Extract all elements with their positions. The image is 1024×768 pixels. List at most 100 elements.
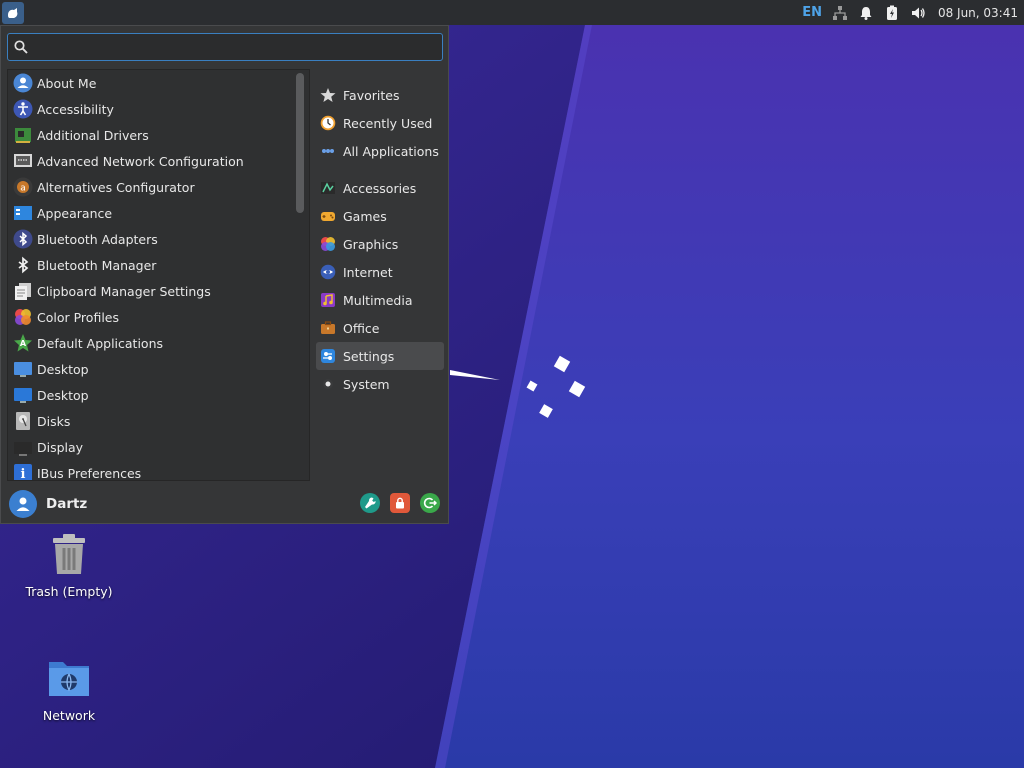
username: Dartz: [46, 496, 88, 512]
app-label: Default Applications: [37, 335, 164, 351]
category-separator: [316, 165, 444, 174]
logout-icon: [423, 497, 437, 509]
whisker-menu: About Me Accessibility Additional Driver…: [0, 25, 449, 524]
lock-screen-button[interactable]: [390, 493, 410, 513]
list-item[interactable]: Display: [8, 434, 309, 460]
app-label: Desktop: [37, 361, 89, 377]
desktop-icon-label: Network: [42, 708, 96, 723]
clipboard-icon: [12, 280, 34, 302]
category-label: System: [343, 376, 390, 392]
network-icon[interactable]: [832, 5, 848, 21]
category-label: Graphics: [343, 236, 399, 252]
settings-manager-button[interactable]: [360, 493, 380, 513]
system-icon: [319, 375, 337, 393]
search-input[interactable]: [32, 35, 442, 59]
category-label: Games: [343, 208, 387, 224]
volume-icon[interactable]: [910, 5, 926, 21]
category-system[interactable]: System: [316, 370, 444, 398]
scrollbar-thumb[interactable]: [296, 73, 304, 213]
app-label: IBus Preferences: [37, 465, 142, 481]
list-item[interactable]: Color Profiles: [8, 304, 309, 330]
list-item[interactable]: Bluetooth Manager: [8, 252, 309, 278]
list-item[interactable]: Bluetooth Adapters: [8, 226, 309, 252]
keyboard-layout-indicator[interactable]: EN: [802, 5, 822, 20]
list-item[interactable]: a Alternatives Configurator: [8, 174, 309, 200]
globe-icon: [319, 263, 337, 281]
category-graphics[interactable]: Graphics: [316, 230, 444, 258]
desktop-icon-label: Trash (Empty): [25, 584, 113, 599]
color-icon: [12, 306, 34, 328]
category-settings[interactable]: Settings: [316, 342, 444, 370]
category-office[interactable]: Office: [316, 314, 444, 342]
whisker-menu-button[interactable]: [2, 1, 24, 24]
star-icon: [319, 86, 337, 104]
logout-button[interactable]: [420, 493, 440, 513]
app-label: Color Profiles: [37, 309, 119, 325]
desktop-icon-trash[interactable]: Trash (Empty): [14, 530, 124, 599]
category-label: All Applications: [343, 143, 439, 159]
category-accessories[interactable]: Accessories: [316, 174, 444, 202]
list-item[interactable]: Clipboard Manager Settings: [8, 278, 309, 304]
desktop-icon-network[interactable]: Network: [14, 654, 124, 723]
app-label: Disks: [37, 413, 71, 429]
grid-icon: [319, 142, 337, 160]
svg-text:A: A: [20, 339, 27, 348]
list-item[interactable]: Appearance: [8, 200, 309, 226]
category-internet[interactable]: Internet: [316, 258, 444, 286]
app-label: Alternatives Configurator: [37, 179, 195, 195]
category-games[interactable]: Games: [316, 202, 444, 230]
list-scrollbar[interactable]: [295, 70, 307, 480]
accessibility-icon: [12, 98, 34, 120]
list-item[interactable]: i IBus Preferences: [8, 460, 309, 481]
disks-icon: [12, 410, 34, 432]
network-folder-icon: [45, 654, 93, 702]
desktop-icon: [12, 358, 34, 380]
category-label: Accessories: [343, 180, 417, 196]
avatar[interactable]: [9, 490, 37, 518]
category-label: Internet: [343, 264, 393, 280]
app-label: Clipboard Manager Settings: [37, 283, 211, 299]
category-multimedia[interactable]: Multimedia: [316, 286, 444, 314]
application-list[interactable]: About Me Accessibility Additional Driver…: [7, 69, 310, 481]
list-item[interactable]: Advanced Network Configuration: [8, 148, 309, 174]
list-item[interactable]: Disks: [8, 408, 309, 434]
bluetooth-icon: [12, 254, 34, 276]
clock-icon: [319, 114, 337, 132]
app-label: Appearance: [37, 205, 113, 221]
xfce-mouse-icon: [8, 7, 18, 18]
network-config-icon: [12, 150, 34, 172]
app-label: Bluetooth Adapters: [37, 231, 158, 247]
menu-footer: Dartz: [1, 485, 448, 523]
list-item[interactable]: A Default Applications: [8, 330, 309, 356]
list-item[interactable]: Desktop: [8, 382, 309, 408]
app-label: Accessibility: [37, 101, 114, 117]
list-item[interactable]: Additional Drivers: [8, 122, 309, 148]
app-label: Display: [37, 439, 84, 455]
user-icon: [12, 72, 34, 94]
category-all-applications[interactable]: All Applications: [316, 137, 444, 165]
clock[interactable]: 08 Jun, 03:41: [938, 6, 1018, 20]
category-recently-used[interactable]: Recently Used: [316, 109, 444, 137]
list-item[interactable]: Desktop: [8, 356, 309, 382]
gamepad-icon: [319, 207, 337, 225]
trash-icon: [45, 530, 93, 578]
list-item[interactable]: Accessibility: [8, 96, 309, 122]
lock-icon: [396, 497, 404, 509]
svg-text:a: a: [20, 184, 26, 194]
list-item[interactable]: About Me: [8, 70, 309, 96]
alternatives-icon: a: [12, 176, 34, 198]
search-box[interactable]: [7, 33, 443, 61]
desktop-icon: [12, 384, 34, 406]
category-favorites[interactable]: Favorites: [316, 81, 444, 109]
wrench-icon: [365, 497, 376, 509]
category-label: Office: [343, 320, 380, 336]
system-tray: EN 08 Jun, 03:41: [802, 0, 1018, 25]
app-label: Additional Drivers: [37, 127, 149, 143]
display-icon: [12, 436, 34, 458]
app-label: Desktop: [37, 387, 89, 403]
battery-icon[interactable]: [884, 5, 900, 21]
appearance-icon: [12, 202, 34, 224]
category-label: Settings: [343, 348, 395, 364]
notification-bell-icon[interactable]: [858, 5, 874, 21]
category-label: Recently Used: [343, 115, 433, 131]
